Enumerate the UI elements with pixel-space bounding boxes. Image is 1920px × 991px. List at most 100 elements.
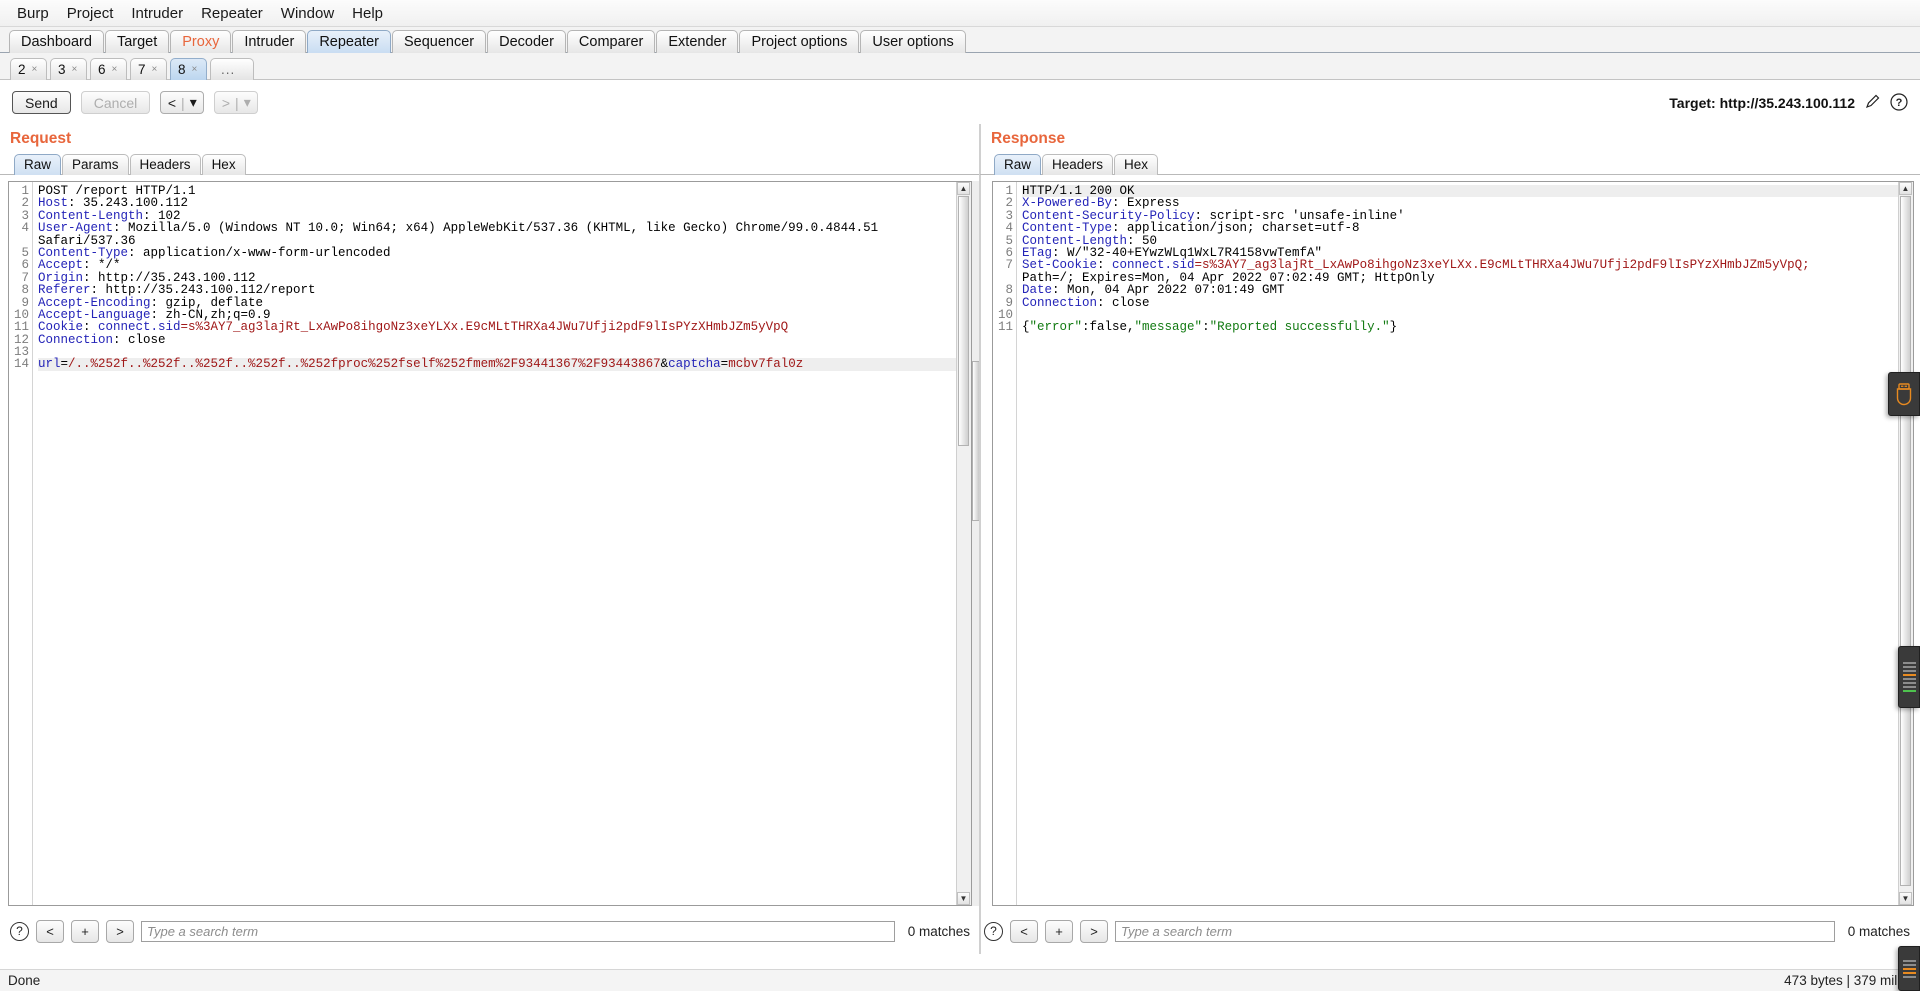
response-tab-raw[interactable]: Raw — [994, 154, 1042, 175]
repeater-tab-label: 3 — [58, 62, 66, 77]
code-token: = — [60, 357, 69, 372]
code-token: =s%3AY7_ag3lajRt_LxAwPo8ihgoNz3xeYLXx.E9… — [180, 320, 789, 335]
scroll-up-arrow[interactable]: ▲ — [957, 182, 970, 195]
response-tab-headers[interactable]: Headers — [1042, 154, 1114, 175]
caret-down-icon: ▾ — [243, 94, 251, 110]
code-token: Connection — [1022, 295, 1098, 310]
repeater-tab-label: 6 — [98, 62, 106, 77]
line-number: 11 — [997, 320, 1013, 335]
request-tab-raw[interactable]: Raw — [14, 154, 62, 175]
pencil-icon[interactable] — [1864, 93, 1881, 112]
search-prev-button[interactable]: < — [1010, 919, 1038, 943]
response-tab-bar: Raw Headers Hex — [980, 152, 1920, 175]
menu-item-intruder[interactable]: Intruder — [122, 3, 192, 24]
request-search-bar: ? < + > 0 matches — [0, 918, 980, 944]
code-token: mcbv7fal0z — [728, 357, 804, 372]
code-line: {"error":false,"message":"Reported succe… — [1022, 320, 1898, 335]
line-number: 8 — [1005, 283, 1013, 298]
cancel-button[interactable]: Cancel — [80, 91, 151, 114]
response-search-bar: ? < + > 0 matches — [980, 918, 1920, 944]
close-icon[interactable]: × — [72, 64, 78, 75]
help-icon[interactable]: ? — [1890, 92, 1908, 113]
meter-bar — [1902, 670, 1916, 672]
search-next-button[interactable]: > — [1080, 919, 1108, 943]
request-tab-bar: Raw Params Headers Hex — [0, 152, 980, 175]
tab-decoder[interactable]: Decoder — [487, 30, 566, 53]
menu-item-help[interactable]: Help — [343, 3, 392, 24]
menu-item-repeater[interactable]: Repeater — [192, 3, 272, 24]
forward-history-button[interactable]: > | ▾ — [214, 91, 259, 114]
menu-item-project[interactable]: Project — [58, 3, 123, 24]
search-add-button[interactable]: + — [71, 919, 99, 943]
scroll-up-arrow[interactable]: ▲ — [1899, 182, 1912, 195]
main-tab-bar: Dashboard Target Proxy Intruder Repeater Sequ… — [0, 27, 1920, 53]
chevron-left-icon: < — [167, 94, 177, 111]
repeater-tab-6[interactable]: 6 × — [90, 58, 127, 80]
back-history-button[interactable]: < | ▾ — [160, 91, 205, 114]
repeater-tab-more[interactable]: ... — [210, 58, 254, 80]
menu-item-window[interactable]: Window — [272, 3, 343, 24]
search-help-icon[interactable]: ? — [10, 921, 29, 941]
code-token: "error" — [1029, 320, 1083, 335]
response-editor-scrollbar[interactable]: ▲ ▼ — [1898, 182, 1913, 905]
response-search-input[interactable] — [1115, 920, 1835, 942]
request-tab-hex[interactable]: Hex — [201, 154, 246, 175]
scroll-down-arrow[interactable]: ▼ — [1899, 892, 1912, 905]
line-number: 6 — [21, 258, 29, 273]
scroll-down-arrow[interactable]: ▼ — [957, 892, 970, 905]
line-number: 4 — [1005, 221, 1013, 236]
close-icon[interactable]: × — [152, 64, 158, 75]
request-tab-params[interactable]: Params — [62, 154, 129, 175]
request-tab-headers[interactable]: Headers — [129, 154, 201, 175]
repeater-tab-label: 8 — [178, 62, 186, 77]
close-icon[interactable]: × — [192, 64, 198, 75]
response-code[interactable]: HTTP/1.1 200 OK X-Powered-By: Express Cont… — [1017, 182, 1898, 905]
repeater-tab-label: 2 — [18, 62, 26, 77]
target-area: Target: http://35.243.100.112 ? — [1669, 92, 1908, 113]
tab-user-options[interactable]: User options — [860, 30, 966, 53]
code-token: :false, — [1082, 320, 1135, 335]
code-token: { — [1022, 320, 1030, 335]
tab-comparer[interactable]: Comparer — [566, 30, 656, 53]
search-add-button[interactable]: + — [1045, 919, 1073, 943]
search-next-button[interactable]: > — [106, 919, 134, 943]
code-token: : close — [113, 332, 166, 347]
activity-meter-widget-2[interactable] — [1898, 946, 1920, 991]
tab-project-options[interactable]: Project options — [739, 30, 860, 53]
tab-extender[interactable]: Extender — [656, 30, 739, 53]
request-search-input[interactable] — [141, 920, 895, 942]
repeater-tab-3[interactable]: 3 × — [50, 58, 87, 80]
usb-device-widget[interactable] — [1888, 372, 1920, 416]
menu-item-burp[interactable]: Burp — [8, 3, 58, 24]
repeater-tab-7[interactable]: 7 × — [130, 58, 167, 80]
status-left-text: Done — [8, 973, 41, 988]
scroll-thumb[interactable] — [958, 196, 969, 446]
send-button[interactable]: Send — [12, 91, 71, 114]
tab-repeater[interactable]: Repeater — [307, 30, 391, 53]
response-tab-hex[interactable]: Hex — [1114, 154, 1159, 175]
meter-bar — [1902, 975, 1916, 978]
activity-meter-widget[interactable] — [1898, 646, 1920, 708]
close-icon[interactable]: × — [32, 64, 38, 75]
tab-target[interactable]: Target — [104, 30, 170, 53]
request-editor[interactable]: 1 2 3 4 5 6 7 8 9 10 11 12 13 14 POST /report HTTP/1.… — [8, 181, 972, 906]
request-editor-scrollbar[interactable]: ▲ ▼ — [956, 182, 971, 905]
repeater-tab-8[interactable]: 8 × — [170, 58, 207, 80]
meter-bar-ok — [1902, 690, 1916, 692]
tab-sequencer[interactable]: Sequencer — [391, 30, 487, 53]
tab-proxy[interactable]: Proxy — [170, 30, 232, 53]
response-editor[interactable]: 1 2 3 4 5 6 7 8 9 10 11 HTTP/1.1 200 OK X-Powered-B… — [992, 181, 1914, 906]
request-title: Request — [10, 130, 72, 147]
tab-dashboard[interactable]: Dashboard — [9, 30, 104, 53]
code-token: /..%252f..%252f..%252f..%252f..%252fproc… — [68, 357, 661, 372]
search-help-icon[interactable]: ? — [984, 921, 1003, 941]
scroll-thumb[interactable] — [1900, 196, 1911, 886]
panels-container: Request Raw Params Headers Hex 1 2 3 4 5 6 7 8 9 10 1… — [0, 124, 1920, 954]
request-code[interactable]: POST /report HTTP/1.1 Host: 35.243.100.11… — [33, 182, 956, 905]
repeater-tab-2[interactable]: 2 × — [10, 58, 47, 80]
tab-intruder[interactable]: Intruder — [232, 30, 307, 53]
code-line: Cookie: connect.sid=s%3AY7_ag3lajRt_LxAw… — [38, 320, 956, 335]
meter-bar — [1902, 686, 1916, 688]
close-icon[interactable]: × — [112, 64, 118, 75]
search-prev-button[interactable]: < — [36, 919, 64, 943]
